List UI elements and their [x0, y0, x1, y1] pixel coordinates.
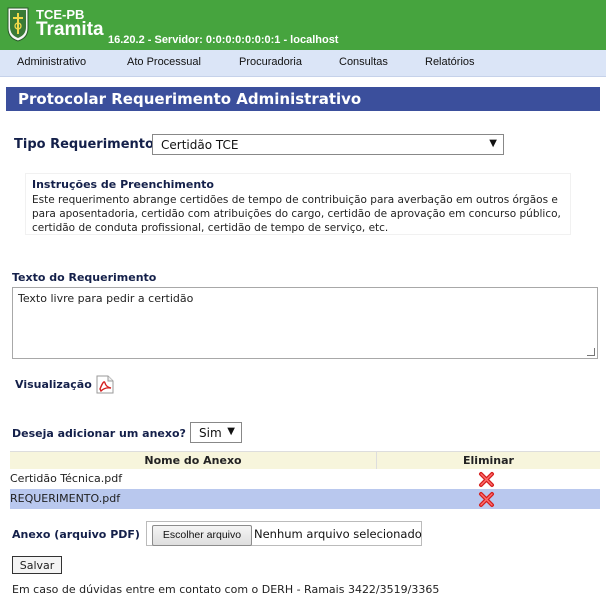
contact-note: Em caso de dúvidas entre em contato com … [12, 583, 440, 596]
tipo-requerimento-value: Certidão TCE [161, 138, 239, 152]
texto-requerimento-textarea[interactable]: Texto livre para pedir a certidão [12, 287, 598, 359]
save-button[interactable]: Salvar [12, 556, 62, 574]
texto-requerimento-value: Texto livre para pedir a certidão [18, 292, 194, 305]
main-menu: Administrativo Ato Processual Procurador… [0, 50, 606, 77]
menu-procuradoria[interactable]: Procuradoria [239, 56, 302, 68]
choose-file-button[interactable]: Escolher arquivo [152, 525, 252, 546]
anexo-select-value: Sim [199, 426, 222, 440]
resize-handle-icon[interactable] [587, 348, 595, 356]
instructions-box: Instruções de Preenchimento Este requeri… [26, 174, 570, 234]
delete-icon[interactable] [478, 491, 495, 508]
dropdown-arrow-icon: ▼ [489, 138, 497, 149]
delete-icon[interactable] [478, 471, 495, 488]
page-title: Protocolar Requerimento Administrativo [6, 87, 600, 111]
file-status: Nenhum arquivo selecionado [254, 527, 422, 541]
column-header-nome[interactable]: Nome do Anexo [10, 452, 377, 469]
app-header: TCE-PB Tramita 16.20.2 - Servidor: 0:0:0… [0, 0, 606, 50]
tipo-requerimento-select[interactable]: Certidão TCE ▼ [152, 134, 504, 155]
menu-ato-processual[interactable]: Ato Processual [127, 56, 201, 68]
column-header-eliminar[interactable]: Eliminar [377, 452, 600, 469]
pdf-preview-icon[interactable] [96, 375, 114, 394]
instructions-title: Instruções de Preenchimento [32, 178, 214, 191]
menu-relatorios[interactable]: Relatórios [425, 56, 475, 68]
visualizacao-label: Visualização [15, 378, 92, 391]
attachments-table-header: Nome do Anexo Eliminar [10, 451, 600, 470]
anexo-question-label: Deseja adicionar um anexo? [12, 427, 186, 440]
anexo-select[interactable]: Sim ▼ [190, 422, 242, 443]
tce-logo-icon [7, 7, 29, 42]
attachment-name: Certidão Técnica.pdf [10, 472, 123, 485]
texto-requerimento-label: Texto do Requerimento [12, 271, 157, 284]
anexo-file-label: Anexo (arquivo PDF) [12, 528, 140, 541]
menu-consultas[interactable]: Consultas [339, 56, 388, 68]
tipo-requerimento-label: Tipo Requerimento [14, 137, 154, 152]
table-row[interactable]: REQUERIMENTO.pdf [10, 489, 600, 509]
app-name: Tramita [36, 19, 104, 40]
menu-administrativo[interactable]: Administrativo [17, 56, 86, 68]
instructions-text: Este requerimento abrange certidões de t… [32, 194, 561, 234]
server-info: 16.20.2 - Servidor: 0:0:0:0:0:0:0:1 - lo… [108, 34, 339, 46]
dropdown-arrow-icon: ▼ [227, 426, 235, 437]
table-row[interactable]: Certidão Técnica.pdf [10, 469, 600, 489]
attachment-name: REQUERIMENTO.pdf [10, 492, 121, 505]
